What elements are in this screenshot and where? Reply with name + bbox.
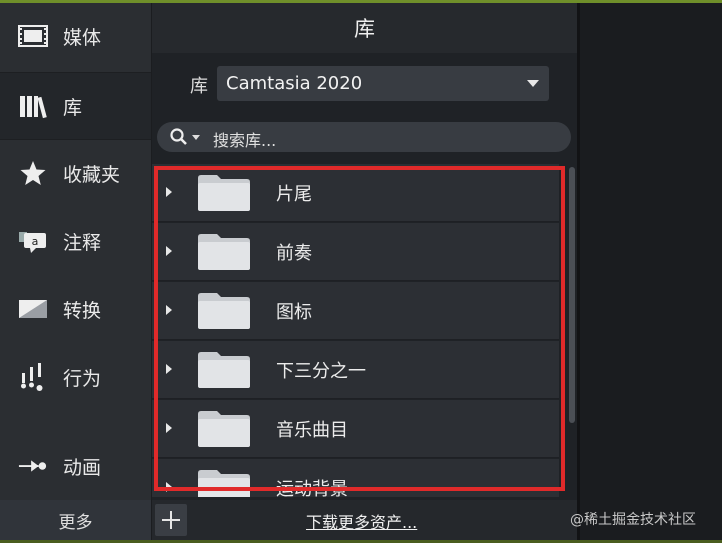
sidebar-item-transitions[interactable]: 转换	[0, 276, 151, 342]
sidebar-item-label: 动画	[63, 456, 102, 479]
panel-title: 库	[152, 3, 577, 53]
download-more-assets-link[interactable]: 下载更多资产...	[306, 509, 417, 533]
sidebar-item-media[interactable]: 媒体	[0, 3, 151, 69]
library-dropdown[interactable]: Camtasia 2020	[217, 66, 549, 101]
sidebar-item-label: 收藏夹	[63, 163, 121, 186]
right-pane	[580, 3, 722, 540]
library-select-label: 库	[190, 76, 208, 97]
chevron-down-icon	[527, 80, 539, 87]
sidebar-item-animations[interactable]: 动画	[0, 433, 151, 499]
more-button[interactable]: 更多	[0, 500, 151, 540]
search-input[interactable]: 搜索库...	[157, 122, 571, 152]
transition-icon	[18, 295, 48, 323]
svg-text:a: a	[32, 235, 39, 248]
search-placeholder: 搜索库...	[213, 131, 277, 150]
search-options-chevron-icon[interactable]	[192, 135, 200, 140]
sidebar-item-label: 库	[63, 96, 83, 119]
sidebar-item-label: 转换	[63, 299, 102, 322]
watermark: @稀土掘金技术社区	[570, 512, 696, 528]
folder-list-scrollbar[interactable]	[569, 167, 575, 423]
sidebar-item-annotations[interactable]: a 注释	[0, 208, 151, 274]
sidebar-item-behaviors[interactable]: 行为	[0, 344, 151, 410]
sidebar-item-library[interactable]: 库	[0, 73, 151, 139]
library-dropdown-value: Camtasia 2020	[226, 73, 363, 94]
add-icon[interactable]	[155, 504, 187, 536]
film-strip-icon	[18, 22, 48, 50]
sidebar-item-label: 媒体	[63, 26, 102, 49]
library-books-icon	[18, 92, 48, 120]
sidebar-item-label: 注释	[63, 231, 102, 254]
sidebar-item-favorites[interactable]: 收藏夹	[0, 140, 151, 206]
behaviors-icon	[18, 363, 48, 391]
red-highlight-box	[154, 166, 565, 491]
animation-arrow-icon	[18, 452, 48, 480]
sidebar: 媒体 库 收藏夹 a 注释 转换 行为 动画	[0, 3, 151, 500]
star-icon	[18, 159, 48, 187]
sidebar-item-label: 行为	[63, 367, 102, 390]
annotation-callout-icon: a	[18, 227, 48, 255]
search-icon[interactable]	[169, 127, 189, 147]
panel-footer: 下载更多资产...	[152, 500, 577, 540]
